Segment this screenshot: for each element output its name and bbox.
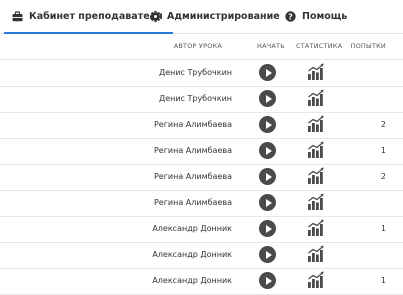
author-name: Александр Донник <box>152 250 232 259</box>
start-lesson-button[interactable] <box>259 90 276 107</box>
column-header-start: НАЧАТЬ <box>257 42 285 50</box>
table-row: Денис Трубочкин <box>0 60 403 87</box>
statistics-bar-chart-icon[interactable] <box>307 115 325 133</box>
nav-administration[interactable]: Администрирование <box>150 0 280 33</box>
nav-administration-label: Администрирование <box>167 11 280 22</box>
svg-text:?: ? <box>288 12 293 21</box>
table-row: Регина Алимбаева 1 <box>0 138 403 165</box>
statistics-bar-chart-icon[interactable] <box>307 167 325 185</box>
nav-teacher-cabinet-label: Кабинет преподавателя <box>29 11 163 22</box>
question-circle-icon: ? <box>285 11 296 22</box>
table-row: Регина Алимбаева 2 <box>0 112 403 139</box>
author-name: Регина Алимбаева <box>153 120 232 129</box>
statistics-bar-chart-icon[interactable] <box>307 63 325 81</box>
table-row: Денис Трубочкин <box>0 86 403 113</box>
author-name: Денис Трубочкин <box>158 94 232 103</box>
nav-help-label: Помощь <box>302 11 348 22</box>
start-lesson-button[interactable] <box>259 194 276 211</box>
author-name: Регина Алимбаева <box>153 198 232 207</box>
table-row: Регина Алимбаева 2 <box>0 164 403 191</box>
attempts-count: 1 <box>380 146 386 155</box>
column-header-stats: СТАТИСТИКА <box>296 42 343 50</box>
author-name: Александр Донник <box>152 224 232 233</box>
author-name: Регина Алимбаева <box>153 146 232 155</box>
start-lesson-button[interactable] <box>259 272 276 289</box>
statistics-bar-chart-icon[interactable] <box>307 245 325 263</box>
table-row: Регина Алимбаева <box>0 190 403 217</box>
start-lesson-button[interactable] <box>259 116 276 133</box>
top-navigation: Кабинет преподавателя Администрирование … <box>0 0 403 34</box>
author-name: Денис Трубочкин <box>158 68 232 77</box>
attempts-count: 1 <box>380 276 386 285</box>
attempts-count: 1 <box>380 224 386 233</box>
author-name: Александр Донник <box>152 276 232 285</box>
statistics-bar-chart-icon[interactable] <box>307 193 325 211</box>
statistics-bar-chart-icon[interactable] <box>307 219 325 237</box>
start-lesson-button[interactable] <box>259 246 276 263</box>
table-row: Александр Донник 1 <box>0 216 403 243</box>
start-lesson-button[interactable] <box>259 168 276 185</box>
column-header-author: АВТОР УРОКА <box>173 42 222 50</box>
start-lesson-button[interactable] <box>259 142 276 159</box>
gear-icon <box>150 11 161 22</box>
author-name: Регина Алимбаева <box>153 172 232 181</box>
nav-help[interactable]: ? Помощь <box>285 0 347 33</box>
briefcase-icon <box>12 11 23 22</box>
table-row: Александр Донник 1 <box>0 268 403 295</box>
attempts-count: 2 <box>380 120 386 129</box>
table-header: АВТОР УРОКА НАЧАТЬ СТАТИСТИКА ПОПЫТКИ <box>0 33 403 60</box>
nav-teacher-cabinet[interactable]: Кабинет преподавателя <box>4 0 173 34</box>
statistics-bar-chart-icon[interactable] <box>307 271 325 289</box>
statistics-bar-chart-icon[interactable] <box>307 141 325 159</box>
column-header-tries: ПОПЫТКИ <box>350 42 386 50</box>
start-lesson-button[interactable] <box>259 64 276 81</box>
attempts-count: 2 <box>380 172 386 181</box>
table-row: Александр Донник <box>0 242 403 269</box>
statistics-bar-chart-icon[interactable] <box>307 89 325 107</box>
start-lesson-button[interactable] <box>259 220 276 237</box>
